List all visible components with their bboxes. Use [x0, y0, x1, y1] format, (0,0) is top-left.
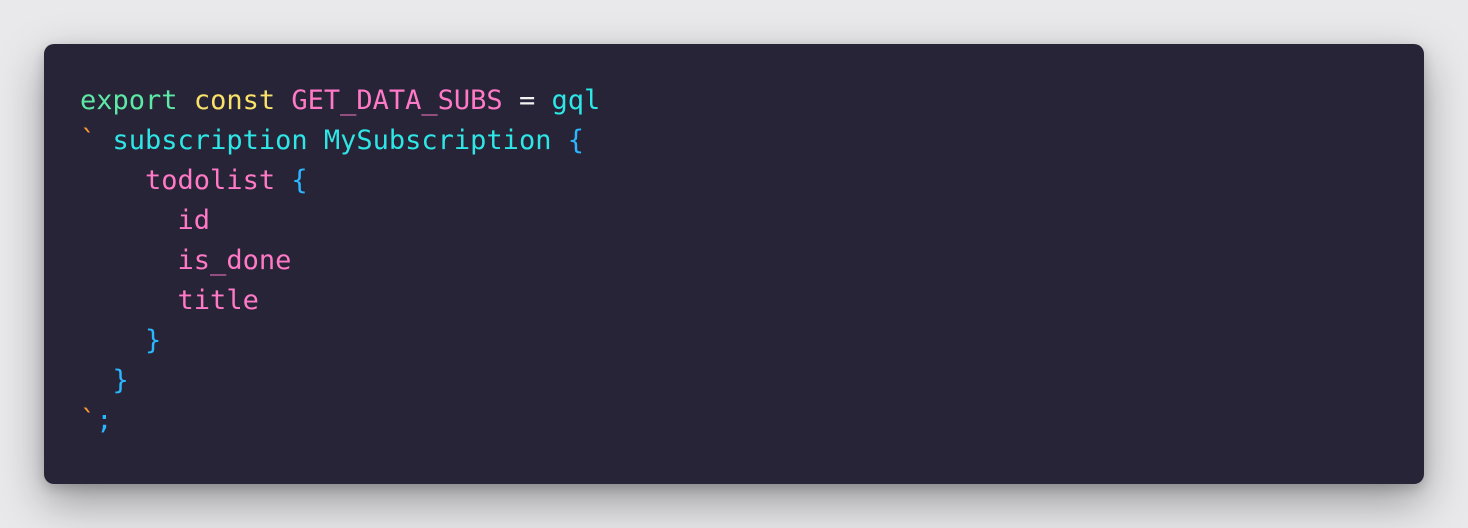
code-line-8: } [80, 361, 600, 401]
code-line-6: title [80, 281, 600, 321]
code-token: { [567, 125, 584, 156]
code-token: { [291, 165, 308, 196]
code-window: export const GET_DATA_SUBS = gql ` subscr… [44, 44, 1424, 484]
code-token: gql [551, 85, 601, 116]
code-line-2: ` subscription MySubscription { [80, 121, 600, 161]
code-token: ` [80, 405, 97, 436]
code-token: title [177, 285, 259, 316]
code-token: todolist [145, 165, 276, 196]
code-token: export [80, 85, 178, 116]
code-token: = [502, 85, 552, 116]
code-token: } [145, 325, 162, 356]
code-line-1: export const GET_DATA_SUBS = gql [80, 81, 600, 121]
code-token: } [112, 365, 129, 396]
code-token: id [177, 205, 211, 236]
code-line-5: is_done [80, 241, 600, 281]
code-token: is_done [177, 245, 292, 276]
code-token: MySubscription [323, 125, 552, 156]
code-token: ` [80, 125, 97, 156]
code-line-4: id [80, 201, 600, 241]
code-line-3: todolist { [80, 161, 600, 201]
code-line-7: } [80, 321, 600, 361]
code-token: ; [96, 405, 113, 436]
code-line-9: `; [80, 401, 600, 441]
code-token: const [193, 85, 276, 116]
code-token: subscription [112, 125, 308, 156]
code-token: GET_DATA_SUBS [291, 85, 503, 116]
code-block: export const GET_DATA_SUBS = gql ` subscr… [80, 81, 600, 441]
